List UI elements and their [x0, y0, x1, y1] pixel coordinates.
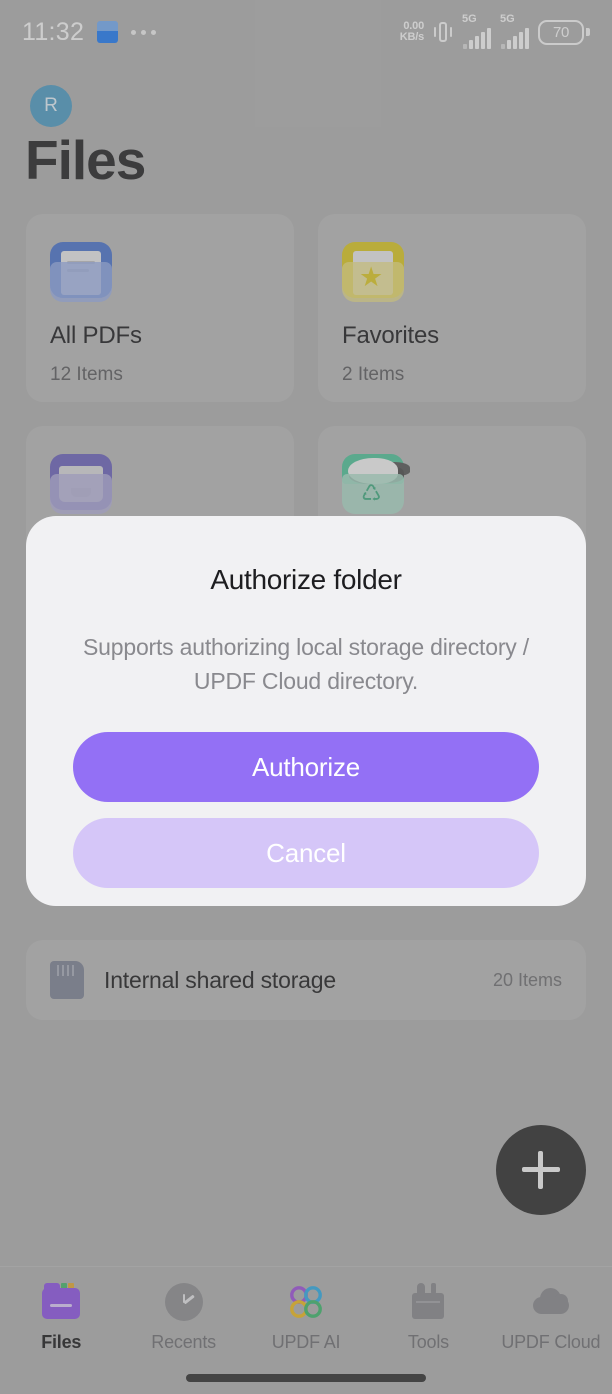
dialog-message: Supports authorizing local storage direc…	[83, 634, 529, 694]
authorize-folder-dialog: Authorize folder Supports authorizing lo…	[26, 516, 586, 906]
cancel-button[interactable]: Cancel	[73, 818, 539, 888]
dialog-title: Authorize folder	[210, 564, 402, 595]
authorize-button[interactable]: Authorize	[73, 732, 539, 802]
